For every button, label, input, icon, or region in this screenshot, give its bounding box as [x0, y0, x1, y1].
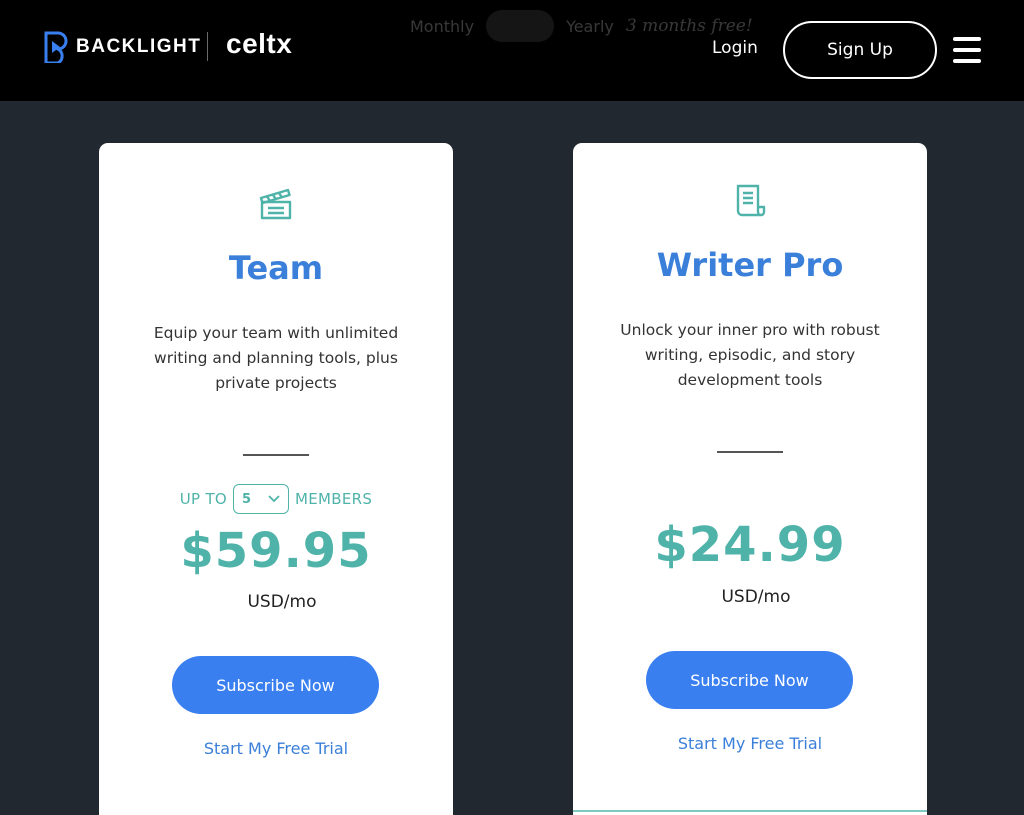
- card-section-border: [573, 810, 927, 812]
- chevron-down-icon: [268, 495, 280, 503]
- celtx-logo[interactable]: celtx: [226, 28, 292, 60]
- plan-price: $24.99: [654, 517, 846, 573]
- login-link[interactable]: Login: [712, 38, 758, 58]
- clapperboard-icon: [259, 188, 292, 220]
- members-selector-row: UP TO 5 MEMBERS: [99, 484, 453, 514]
- document-icon: [736, 184, 766, 217]
- plan-price: $59.95: [180, 523, 372, 579]
- price-unit: USD/mo: [721, 587, 791, 607]
- yearly-promo-text: 3 months free!: [625, 16, 753, 36]
- free-trial-link[interactable]: Start My Free Trial: [573, 734, 927, 753]
- top-nav-bar: BACKLIGHT celtx Monthly Yearly 3 months …: [0, 0, 1024, 101]
- members-prefix: UP TO: [179, 490, 228, 508]
- subscribe-button[interactable]: Subscribe Now: [646, 651, 853, 709]
- backlight-wordmark: BACKLIGHT: [76, 36, 202, 57]
- yearly-label[interactable]: Yearly: [566, 17, 614, 36]
- divider: [243, 454, 309, 456]
- plan-description: Equip your team with unlimited writing a…: [153, 324, 399, 392]
- backlight-mark-icon: [44, 31, 68, 63]
- billing-period-toggle: Monthly Yearly 3 months free!: [410, 10, 753, 42]
- sign-up-button[interactable]: Sign Up: [783, 21, 937, 79]
- price-unit: USD/mo: [247, 592, 317, 612]
- plan-card-writer-pro: Writer Pro Unlock your inner pro with ro…: [573, 143, 927, 815]
- backlight-logo[interactable]: BACKLIGHT: [44, 31, 201, 63]
- plan-card-team: Team Equip your team with unlimited writ…: [99, 143, 453, 815]
- members-count-value: 5: [242, 491, 252, 507]
- logo-divider: [207, 32, 208, 61]
- monthly-label[interactable]: Monthly: [410, 17, 474, 36]
- free-trial-link[interactable]: Start My Free Trial: [99, 739, 453, 758]
- divider: [717, 451, 783, 453]
- hamburger-icon[interactable]: [953, 37, 981, 63]
- plan-description: Unlock your inner pro with robust writin…: [620, 321, 880, 389]
- subscribe-button[interactable]: Subscribe Now: [172, 656, 379, 714]
- plan-title: Writer Pro: [656, 246, 844, 284]
- billing-switch[interactable]: [486, 10, 555, 42]
- members-count-select[interactable]: 5: [233, 484, 290, 514]
- members-suffix: MEMBERS: [295, 490, 373, 508]
- plan-title: Team: [228, 249, 324, 287]
